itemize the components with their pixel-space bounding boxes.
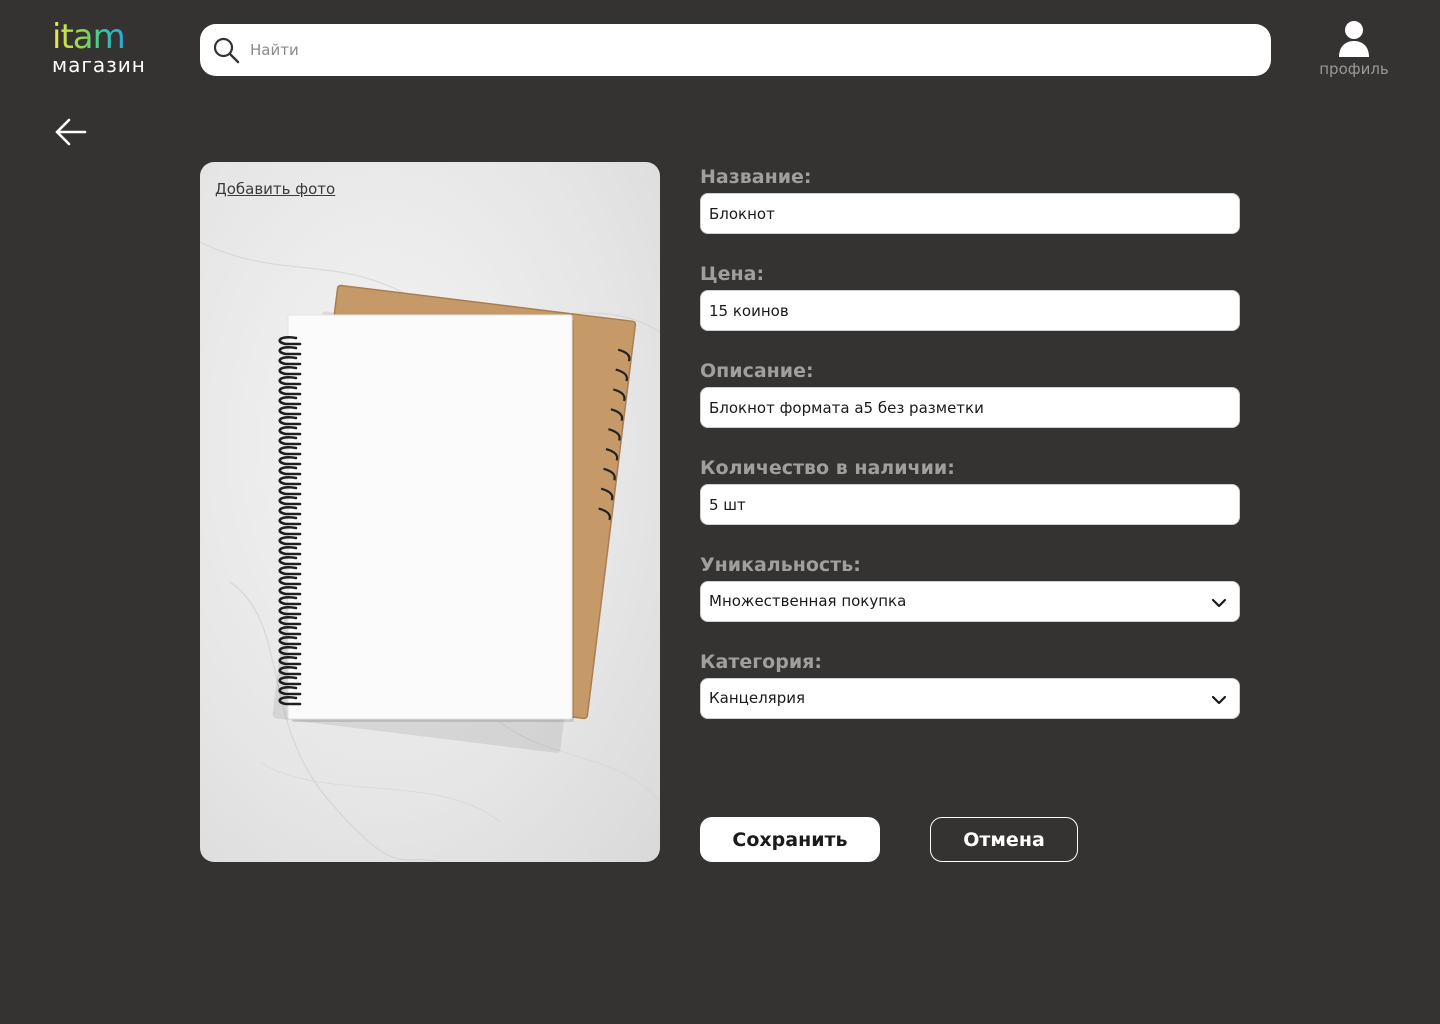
price-field: Цена: [700,263,1240,360]
profile-button[interactable]: профиль [1312,20,1396,82]
name-label: Название: [700,166,812,188]
chevron-down-icon[interactable] [1211,595,1227,611]
save-button[interactable]: Сохранить [700,817,880,862]
quantity-label: Количество в наличии: [700,457,955,479]
search-bar[interactable] [200,24,1271,76]
search-input[interactable] [250,24,1250,76]
notebook-image [200,241,660,862]
category-select[interactable]: Канцелярия [700,678,1240,719]
logo-wordmark: itam [52,17,126,57]
chevron-down-icon[interactable] [1211,692,1227,708]
product-photo: Добавить фото [200,162,660,862]
description-input-box [700,387,1240,428]
category-label: Категория: [700,651,822,673]
uniqueness-field: Уникальность: Множественная покупка [700,554,1240,651]
uniqueness-select[interactable]: Множественная покупка [700,581,1240,622]
quantity-input-box [700,484,1240,525]
price-input-box [700,290,1240,331]
uniqueness-selected-value: Множественная покупка [709,592,907,610]
description-label: Описание: [700,360,814,382]
description-input[interactable] [701,388,1239,427]
category-field: Категория: Канцелярия [700,651,1240,748]
category-selected-value: Канцелярия [709,689,805,707]
add-photo-link[interactable]: Добавить фото [215,180,335,198]
price-input[interactable] [701,291,1239,330]
product-form: Название: Цена: Описание: Количество в н… [700,166,1240,748]
user-icon [1339,21,1369,57]
profile-label: профиль [1319,60,1389,78]
logo[interactable]: itam магазин [52,18,162,78]
uniqueness-label: Уникальность: [700,554,861,576]
quantity-input[interactable] [701,485,1239,524]
description-field: Описание: [700,360,1240,457]
logo-subtitle: магазин [52,53,146,77]
price-label: Цена: [700,263,765,285]
arrow-left-icon[interactable] [54,116,88,148]
quantity-field: Количество в наличии: [700,457,1240,554]
name-field: Название: [700,166,1240,263]
name-input[interactable] [701,194,1239,233]
cancel-button[interactable]: Отмена [930,817,1078,862]
name-input-box [700,193,1240,234]
search-icon[interactable] [212,36,240,64]
